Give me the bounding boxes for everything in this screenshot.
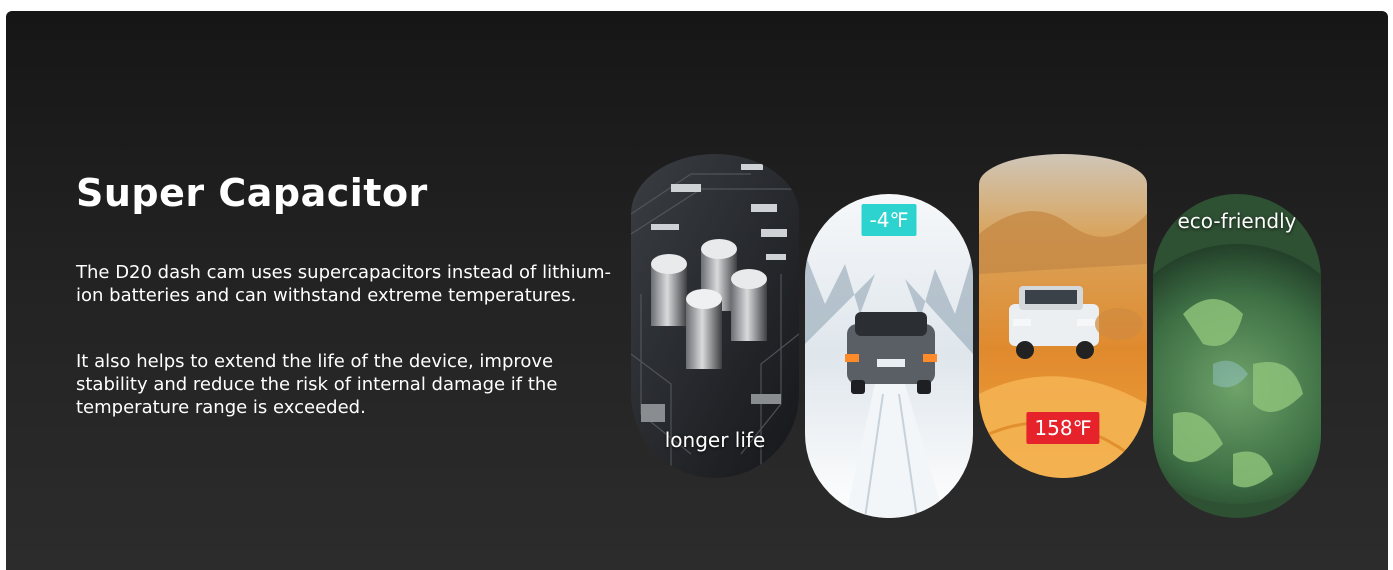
card-eco-friendly: eco-friendly	[1153, 194, 1321, 518]
caption-eco-friendly: eco-friendly	[1177, 209, 1297, 233]
caption-longer-life: longer life	[664, 428, 766, 452]
hot-temperature-badge: 158℉	[1026, 412, 1100, 444]
card-longer-life: longer life	[631, 154, 799, 478]
green-earth-image	[1153, 194, 1321, 518]
feature-panel: Super Capacitor The D20 dash cam uses su…	[6, 11, 1388, 570]
section-title: Super Capacitor	[76, 171, 428, 215]
card-hot-temperature: 158℉	[979, 154, 1147, 478]
card-cold-temperature: -4℉	[805, 194, 973, 518]
description-paragraph-2: It also helps to extend the life of the …	[76, 351, 558, 418]
car-in-snow-image	[805, 194, 973, 518]
cold-temperature-badge: -4℉	[861, 204, 917, 236]
description-paragraph-1: The D20 dash cam uses supercapacitors in…	[76, 262, 612, 306]
